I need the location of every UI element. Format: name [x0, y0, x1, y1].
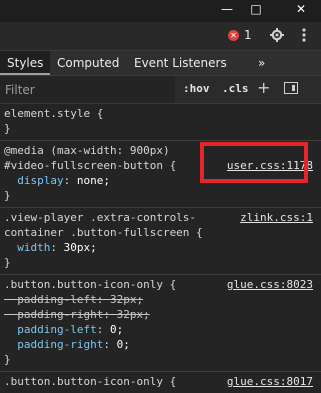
overridden-declaration[interactable]: padding-right: 32px; — [4, 307, 317, 322]
styles-filter-bar: :hov .cls + — [0, 76, 321, 104]
declaration-value: 32px; — [116, 308, 150, 321]
style-rule: element.style { } — [0, 104, 321, 141]
rule-closing-brace: } — [4, 189, 11, 202]
style-rule: .button.button-icon-only {glue.css:8017 — [0, 372, 321, 393]
error-icon: ✕ — [228, 29, 239, 41]
declaration-property: padding-left — [17, 323, 97, 336]
minimize-button[interactable]: — — [212, 0, 242, 18]
maximize-button[interactable]: □ — [241, 0, 271, 18]
hover-state-toggle[interactable]: :hov — [183, 82, 210, 95]
minimize-icon: — — [221, 2, 233, 16]
declaration-value: 0; — [116, 338, 130, 351]
tab-styles[interactable]: Styles — [0, 51, 51, 75]
highlight-annotation-box — [200, 142, 308, 183]
rule-source-link[interactable]: glue.css:8017 — [227, 374, 313, 389]
style-rule: .button.button-icon-only {glue.css:8023 … — [0, 275, 321, 372]
devtools-toolbar: ✕ 1 — [0, 22, 321, 51]
rule-selector: .view-player .extra-controls-zlink.css:1 — [4, 210, 313, 225]
rule-selector: .button.button-icon-only {glue.css:8023 — [4, 277, 313, 292]
declaration-value: 30px; — [63, 241, 97, 254]
rule-source-link[interactable]: glue.css:8023 — [227, 277, 313, 292]
rule-closing-brace: } — [4, 353, 11, 366]
close-icon: ✕ — [295, 2, 307, 16]
maximize-icon: □ — [250, 2, 262, 16]
declaration-property: display — [17, 174, 64, 187]
error-counter[interactable]: ✕ 1 — [228, 28, 252, 42]
declaration-property: padding-right — [17, 308, 104, 321]
rule-selector: .button.button-icon-only {glue.css:8017 — [4, 374, 313, 389]
tab-event-listeners[interactable]: Event Listeners — [134, 51, 227, 75]
rule-selector: element.style { — [4, 107, 104, 120]
tab-computed[interactable]: Computed — [57, 51, 119, 75]
overridden-declaration[interactable]: padding-left: 32px; — [4, 292, 317, 307]
more-tabs-chevron-icon[interactable]: » — [258, 51, 265, 75]
window-titlebar: — □ ✕ — [0, 0, 321, 22]
error-count: 1 — [244, 28, 252, 42]
rule-source-link[interactable]: zlink.css:1 — [240, 210, 313, 225]
declaration-value: 32px; — [109, 293, 144, 306]
rule-selector-continued: container .button-fullscreen { — [4, 226, 203, 239]
declaration-value: 0; — [109, 323, 124, 336]
rule-closing-brace: } — [4, 256, 11, 269]
more-options-kebab-icon[interactable] — [296, 27, 312, 43]
close-window-button[interactable]: ✕ — [286, 0, 316, 18]
declaration[interactable]: padding-left: 0; — [4, 322, 317, 337]
declaration[interactable]: padding-right: 0; — [4, 337, 317, 352]
declaration-property: padding-left — [17, 293, 97, 306]
settings-gear-icon[interactable] — [269, 27, 285, 43]
declaration-property: padding-right — [17, 338, 104, 351]
class-toggle[interactable]: .cls — [222, 82, 249, 95]
declaration[interactable]: width: 30px; — [4, 240, 317, 255]
style-rule: .view-player .extra-controls-zlink.css:1… — [0, 208, 321, 275]
toggle-sidebar-icon[interactable] — [284, 82, 298, 94]
rule-closing-brace: } — [4, 122, 11, 135]
declaration-property: width — [17, 241, 51, 254]
declaration-value: none; — [76, 174, 110, 187]
filter-input[interactable] — [0, 76, 175, 103]
sidebar-tabs: Styles Computed Event Listeners » — [0, 51, 321, 76]
new-rule-plus-icon[interactable]: + — [257, 78, 270, 97]
